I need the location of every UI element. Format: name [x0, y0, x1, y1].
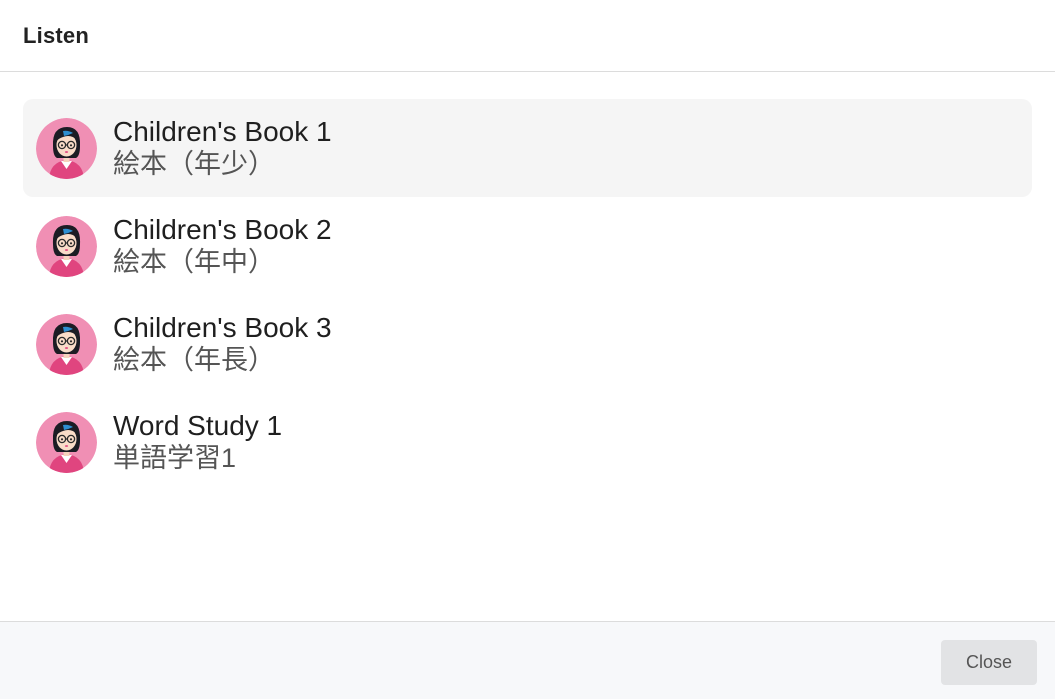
list-item-subtitle: 絵本（年中） [113, 247, 275, 277]
teacher-avatar-icon [36, 117, 97, 179]
list-item-text: Children's Book 2 絵本（年中） [113, 214, 332, 278]
list-item-title: Children's Book 2 [113, 214, 332, 245]
close-button[interactable]: Close [941, 640, 1037, 685]
list-item-childrens-book-3[interactable]: Children's Book 3 絵本（年長） [23, 295, 1032, 393]
dialog-footer: Close [0, 621, 1055, 699]
list-item-text: Word Study 1 単語学習1 [113, 410, 282, 474]
teacher-avatar-icon [36, 313, 97, 375]
dialog-title: Listen [23, 22, 89, 48]
list-item-title: Children's Book 3 [113, 312, 332, 343]
list-item-text: Children's Book 3 絵本（年長） [113, 312, 332, 376]
teacher-avatar-icon [36, 411, 97, 473]
teacher-avatar-icon [36, 215, 97, 277]
list-item-childrens-book-2[interactable]: Children's Book 2 絵本（年中） [23, 197, 1032, 295]
list-item-subtitle: 単語学習1 [113, 443, 237, 473]
list-item-word-study-1[interactable]: Word Study 1 単語学習1 [23, 393, 1032, 491]
list-item-subtitle: 絵本（年長） [113, 345, 275, 375]
dialog-header: Listen [0, 0, 1055, 72]
list-item-subtitle: 絵本（年少） [113, 149, 275, 179]
audio-list: Children's Book 1 絵本（年少） Children's Book… [23, 99, 1032, 491]
list-item-title: Children's Book 1 [113, 116, 332, 147]
list-item-childrens-book-1[interactable]: Children's Book 1 絵本（年少） [23, 99, 1032, 197]
listen-dialog: Listen Children's Book 1 絵本（年少） Children… [0, 0, 1055, 699]
list-item-title: Word Study 1 [113, 410, 283, 441]
list-item-text: Children's Book 1 絵本（年少） [113, 116, 332, 180]
